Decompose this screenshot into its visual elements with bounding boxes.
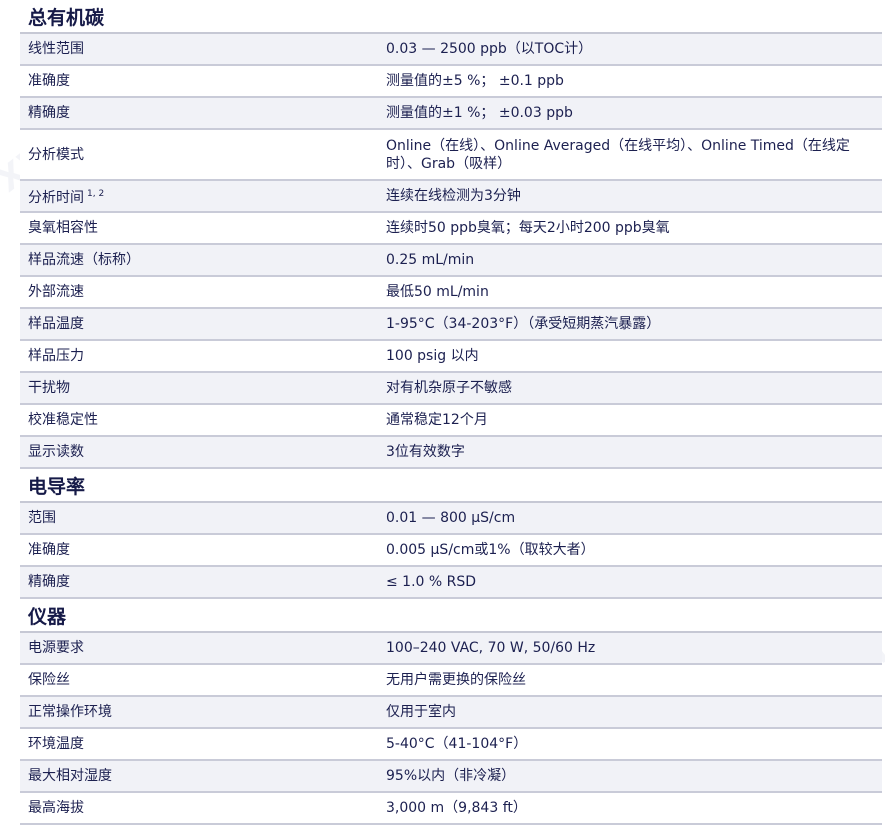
spec-value: 0.03 — 2500 ppb（以TOC计） (378, 33, 883, 66)
section-title: 总有机碳 (20, 0, 883, 34)
table-row: 精确度 测量值的±1 %； ±0.03 ppb (20, 97, 883, 130)
spec-label: 分析时间 1, 2 (20, 180, 378, 213)
spec-label: 正常操作环境 (20, 696, 378, 729)
spec-label: 最高海拔 (20, 792, 378, 825)
spec-label: 干扰物 (20, 372, 378, 405)
section-title: 仪器 (20, 598, 883, 633)
spec-value: 0.01 — 800 μS/cm (378, 502, 883, 535)
spec-value: ≤ 1.0 % RSD (378, 566, 883, 599)
spec-label: 样品流速（标称） (20, 244, 378, 277)
spec-value: 测量值的±1 %； ±0.03 ppb (378, 97, 883, 130)
section-header-conductivity: 电导率 (20, 468, 883, 503)
table-row: 样品温度 1-95°C（34-203°F）（承受短期蒸汽暴露） (20, 308, 883, 341)
table-row: 干扰物 对有机杂原子不敏感 (20, 372, 883, 405)
spec-label: 最大相对湿度 (20, 760, 378, 793)
table-row: 环境温度 5-40°C（41-104°F） (20, 728, 883, 761)
table-row: 最大相对湿度 95%以内（非冷凝） (20, 760, 883, 793)
spec-value: 100–240 VAC, 70 W, 50/60 Hz (378, 632, 883, 665)
table-row: 准确度 0.005 μS/cm或1%（取较大者） (20, 534, 883, 567)
spec-label: 环境温度 (20, 728, 378, 761)
spec-label: 校准稳定性 (20, 404, 378, 437)
table-row: 样品流速（标称） 0.25 mL/min (20, 244, 883, 277)
table-row: 线性范围 0.03 — 2500 ppb（以TOC计） (20, 33, 883, 66)
spec-value: 0.005 μS/cm或1%（取较大者） (378, 534, 883, 567)
spec-label: 样品压力 (20, 340, 378, 373)
spec-label: 外部流速 (20, 276, 378, 309)
table-row: 保险丝 无用户需更换的保险丝 (20, 664, 883, 697)
spec-value: Online（在线）、Online Averaged（在线平均）、Online … (378, 129, 883, 181)
spec-value: 最低50 mL/min (378, 276, 883, 309)
table-row: 显示读数 3位有效数字 (20, 436, 883, 469)
section-header-instrument: 仪器 (20, 598, 883, 633)
spec-value: 通常稳定12个月 (378, 404, 883, 437)
spec-label: 臭氧相容性 (20, 212, 378, 245)
spec-value: 连续在线检测为3分钟 (378, 180, 883, 213)
spec-value: 95%以内（非冷凝） (378, 760, 883, 793)
spec-value: 3位有效数字 (378, 436, 883, 469)
spec-value: 100 psig 以内 (378, 340, 883, 373)
table-row: 分析时间 1, 2 连续在线检测为3分钟 (20, 180, 883, 213)
section-header-toc: 总有机碳 (20, 0, 883, 34)
spec-label: 电源要求 (20, 632, 378, 665)
spec-value: 5-40°C（41-104°F） (378, 728, 883, 761)
spec-value: 3,000 m（9,843 ft） (378, 792, 883, 825)
table-row: 分析模式 Online（在线）、Online Averaged（在线平均）、On… (20, 129, 883, 181)
footnote-ref: 1, 2 (87, 189, 105, 199)
spec-label: 精确度 (20, 566, 378, 599)
spec-label: 精确度 (20, 97, 378, 130)
table-row: 校准稳定性 通常稳定12个月 (20, 404, 883, 437)
specifications-table: 总有机碳 线性范围 0.03 — 2500 ppb（以TOC计） 准确度 测量值… (20, 0, 883, 825)
spec-label: 保险丝 (20, 664, 378, 697)
table-row: 正常操作环境 仅用于室内 (20, 696, 883, 729)
spec-label: 准确度 (20, 534, 378, 567)
spec-value: 0.25 mL/min (378, 244, 883, 277)
spec-label: 准确度 (20, 65, 378, 98)
table-row: 范围 0.01 — 800 μS/cm (20, 502, 883, 535)
spec-value: 连续时50 ppb臭氧；每天2小时200 ppb臭氧 (378, 212, 883, 245)
table-row: 电源要求 100–240 VAC, 70 W, 50/60 Hz (20, 632, 883, 665)
spec-label: 显示读数 (20, 436, 378, 469)
spec-value: 无用户需更换的保险丝 (378, 664, 883, 697)
table-row: 臭氧相容性 连续时50 ppb臭氧；每天2小时200 ppb臭氧 (20, 212, 883, 245)
table-row: 最高海拔 3,000 m（9,843 ft） (20, 792, 883, 825)
spec-label: 样品温度 (20, 308, 378, 341)
table-row: 样品压力 100 psig 以内 (20, 340, 883, 373)
spec-label: 线性范围 (20, 33, 378, 66)
spec-label: 范围 (20, 502, 378, 535)
table-row: 准确度 测量值的±5 %； ±0.1 ppb (20, 65, 883, 98)
spec-value: 对有机杂原子不敏感 (378, 372, 883, 405)
table-row: 精确度 ≤ 1.0 % RSD (20, 566, 883, 599)
spec-value: 测量值的±5 %； ±0.1 ppb (378, 65, 883, 98)
spec-value: 仅用于室内 (378, 696, 883, 729)
section-title: 电导率 (20, 468, 883, 503)
spec-value: 1-95°C（34-203°F）（承受短期蒸汽暴露） (378, 308, 883, 341)
table-row: 外部流速 最低50 mL/min (20, 276, 883, 309)
spec-label: 分析模式 (20, 129, 378, 181)
spec-label-text: 分析时间 (28, 190, 84, 206)
